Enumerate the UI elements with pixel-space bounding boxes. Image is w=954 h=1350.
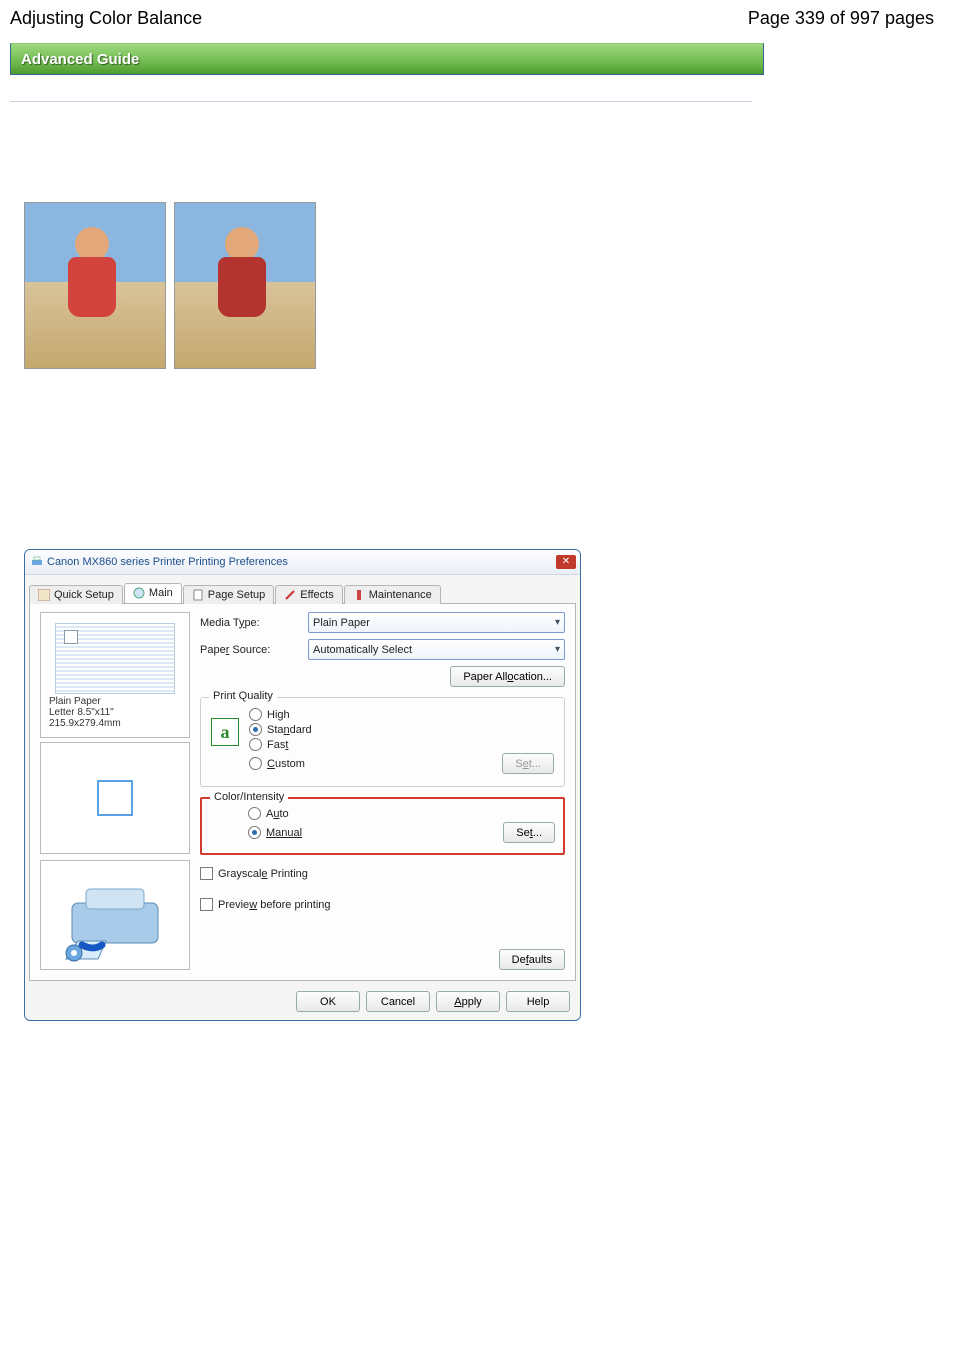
tab-label: Quick Setup [54, 589, 114, 601]
cancel-button[interactable]: Cancel [366, 991, 430, 1012]
chevron-down-icon: ▾ [555, 617, 560, 628]
effects-icon [284, 589, 296, 601]
paper-source-select[interactable]: Automatically Select ▾ [308, 639, 565, 660]
section-divider [10, 101, 752, 102]
tab-maintenance[interactable]: Maintenance [344, 585, 441, 604]
tab-label: Main [149, 587, 173, 599]
tab-page-setup[interactable]: Page Setup [183, 585, 275, 604]
guide-banner-label: Advanced Guide [21, 51, 139, 68]
printer-app-icon [31, 556, 43, 568]
quick-setup-icon [38, 589, 50, 601]
dialog-button-row: OK Cancel Apply Help [25, 985, 580, 1020]
color-manual-label: Manual [266, 827, 302, 839]
media-type-label: Media Type: [200, 617, 260, 629]
quality-set-button[interactable]: Set... [502, 753, 554, 774]
tab-effects[interactable]: Effects [275, 585, 342, 604]
example-photos [24, 202, 934, 369]
page-title: Adjusting Color Balance [10, 8, 202, 29]
tab-quick-setup[interactable]: Quick Setup [29, 585, 123, 604]
dialog-titlebar: Canon MX860 series Printer Printing Pref… [25, 550, 580, 575]
chevron-down-icon: ▾ [555, 644, 560, 655]
preview-size-label: Letter 8.5"x11" 215.9x279.4mm [49, 707, 181, 729]
color-intensity-group: Color/Intensity Auto Manual Set... [200, 797, 565, 855]
print-quality-title: Print Quality [209, 690, 277, 702]
maintenance-icon [353, 589, 365, 601]
color-swatch [97, 780, 133, 816]
tab-strip: Quick Setup Main Page Setup Effects Main… [25, 575, 580, 603]
paper-allocation-button[interactable]: Paper Allocation... [450, 666, 565, 687]
help-button[interactable]: Help [506, 991, 570, 1012]
printer-preview [40, 860, 190, 970]
tab-panel-main: Plain Paper Letter 8.5"x11" 215.9x279.4m… [29, 603, 576, 981]
color-auto-radio[interactable]: Auto [248, 807, 555, 820]
quality-fast-radio[interactable]: Fast [249, 738, 554, 751]
tab-label: Effects [300, 589, 333, 601]
ok-button[interactable]: OK [296, 991, 360, 1012]
color-set-button[interactable]: Set... [503, 822, 555, 843]
preview-media-label: Plain Paper [49, 696, 181, 707]
quality-custom-label: Custom [267, 758, 305, 770]
page-preview: Plain Paper Letter 8.5"x11" 215.9x279.4m… [40, 612, 190, 738]
grayscale-checkbox[interactable]: Grayscale Printing [200, 867, 565, 880]
photo-before [24, 202, 166, 369]
preview-before-checkbox[interactable]: Preview before printing [200, 898, 565, 911]
color-manual-radio[interactable] [248, 826, 261, 839]
page-counter: Page 339 of 997 pages [748, 8, 934, 29]
tab-label: Page Setup [208, 589, 266, 601]
guide-banner: Advanced Guide [10, 43, 764, 75]
quality-custom-radio[interactable] [249, 757, 262, 770]
quality-high-radio[interactable]: High [249, 708, 554, 721]
quality-standard-radio[interactable]: Standard [249, 723, 554, 736]
page-setup-icon [192, 589, 204, 601]
color-intensity-title: Color/Intensity [210, 791, 288, 803]
print-quality-group: Print Quality a High Standard Fast Custo… [200, 697, 565, 787]
photo-after [174, 202, 316, 369]
quality-a-icon: a [211, 718, 239, 746]
media-type-select[interactable]: Plain Paper ▾ [308, 612, 565, 633]
window-close-button[interactable]: ✕ [556, 555, 576, 569]
defaults-button[interactable]: Defaults [499, 949, 565, 970]
preferences-dialog: Canon MX860 series Printer Printing Pref… [24, 549, 581, 1021]
dialog-title-text: Canon MX860 series Printer Printing Pref… [47, 556, 288, 568]
main-tab-icon [133, 587, 145, 599]
paper-source-label: Paper Source: [200, 644, 270, 656]
media-type-value: Plain Paper [313, 617, 370, 629]
tab-label: Maintenance [369, 589, 432, 601]
paper-source-value: Automatically Select [313, 644, 412, 656]
tab-main[interactable]: Main [124, 583, 182, 603]
apply-button[interactable]: Apply [436, 991, 500, 1012]
color-swatch-preview [40, 742, 190, 854]
printer-icon [60, 883, 170, 963]
